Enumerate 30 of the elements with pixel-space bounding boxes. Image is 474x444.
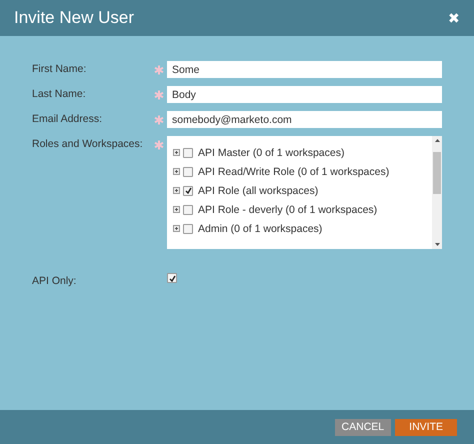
field-label: First Name: xyxy=(32,62,88,77)
field-label: Roles and Workspaces: xyxy=(32,137,144,152)
checkbox[interactable] xyxy=(183,148,193,158)
text-field[interactable]: Body xyxy=(167,86,442,103)
role-item[interactable]: Admin (0 of 1 workspaces) xyxy=(198,222,322,234)
checkbox[interactable] xyxy=(183,224,193,234)
expand-icon[interactable] xyxy=(173,168,180,175)
role-item[interactable]: API Role (all workspaces) xyxy=(198,184,318,196)
role-item[interactable]: API Read/Write Role (0 of 1 workspaces) xyxy=(198,166,390,178)
checkbox[interactable] xyxy=(183,166,193,176)
role-item[interactable]: API Role - deverly (0 of 1 workspaces) xyxy=(198,204,378,216)
expand-icon[interactable] xyxy=(173,187,180,194)
checkbox[interactable] xyxy=(183,204,193,214)
field-label: Last Name: xyxy=(32,87,87,102)
scrollbar[interactable] xyxy=(432,136,442,249)
text-field[interactable]: Some xyxy=(167,61,442,78)
dialog-title: Invite New User xyxy=(14,8,134,28)
close-button[interactable]: ✖ xyxy=(448,10,460,26)
field-label: API Only: xyxy=(32,274,78,289)
role-item[interactable]: API Master (0 of 1 workspaces) xyxy=(198,146,344,158)
expand-icon[interactable] xyxy=(173,206,180,213)
invite-button[interactable]: INVITE xyxy=(395,418,457,436)
expand-icon[interactable] xyxy=(173,149,180,156)
text-field[interactable]: somebody@marketo.com xyxy=(167,111,442,128)
checkbox[interactable] xyxy=(167,273,177,283)
scroll-up-icon[interactable] xyxy=(434,139,440,142)
expand-icon[interactable] xyxy=(173,225,180,232)
scroll-down-icon[interactable] xyxy=(434,243,440,246)
checkbox[interactable] xyxy=(183,186,193,196)
field-label: Email Address: xyxy=(32,112,104,127)
